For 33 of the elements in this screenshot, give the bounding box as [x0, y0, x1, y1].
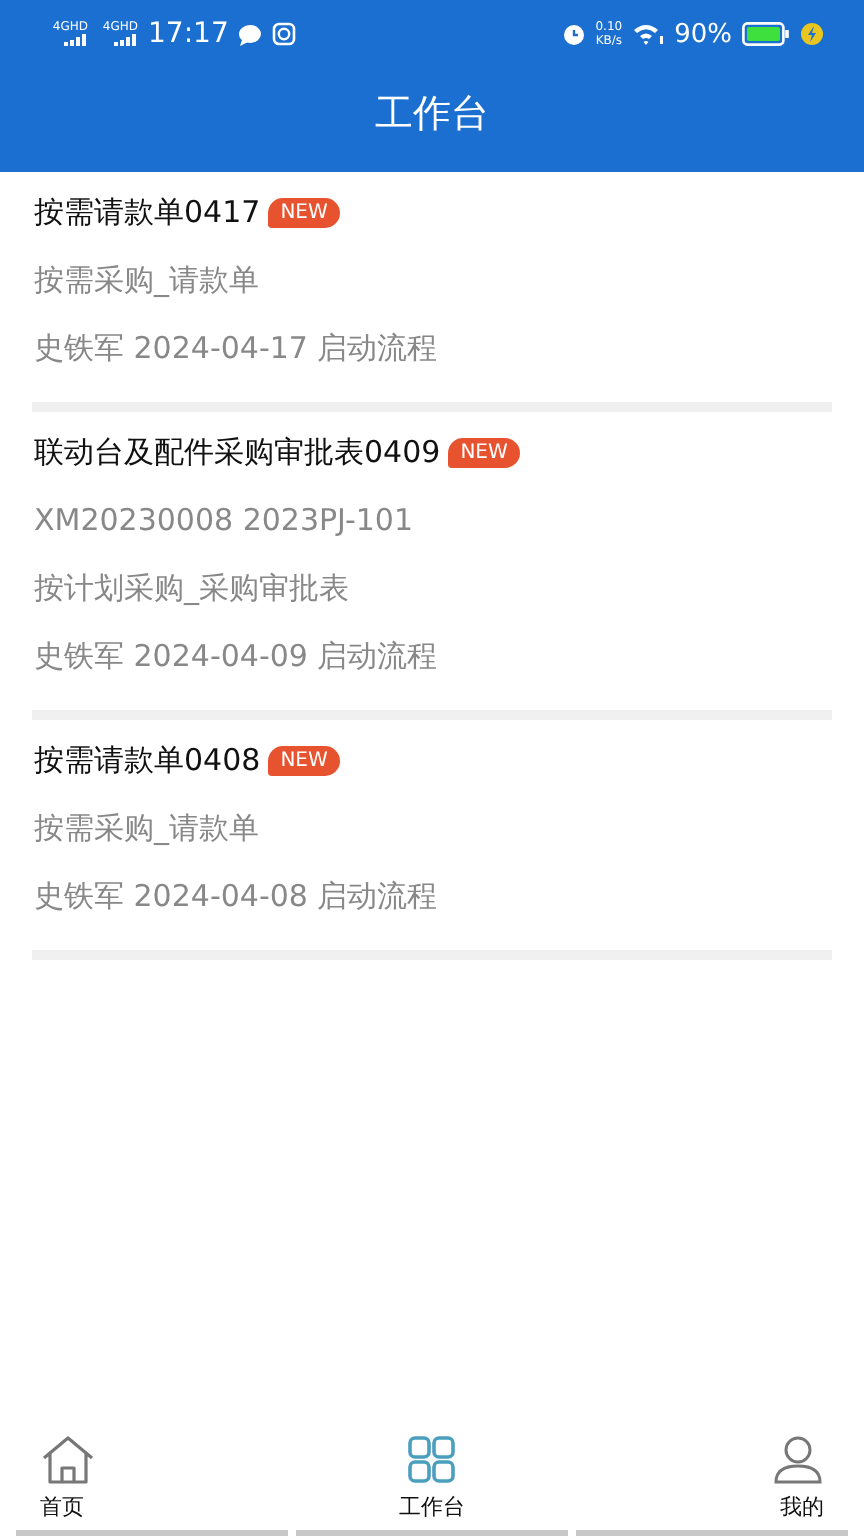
- nav-tab[interactable]: 工作台: [296, 1404, 568, 1536]
- task-detail: XM20230008 2023PJ-101: [34, 500, 415, 542]
- task-detail: 史铁军 2024-04-09 启动流程: [34, 636, 440, 678]
- task-detail: 史铁军 2024-04-08 启动流程: [34, 876, 440, 918]
- task-item[interactable]: 按需请款单0417 NEW 按需采购_请款单 史铁军 2024-04-17 启动流程: [32, 172, 832, 412]
- nav-tab[interactable]: 首页: [16, 1404, 288, 1536]
- task-item[interactable]: 按需请款单0408 NEW 按需采购_请款单 史铁军 2024-04-08 启动流程: [32, 720, 832, 960]
- task-title: 按需请款单0408: [34, 741, 261, 779]
- task-detail: 按计划采购_采购审批表: [34, 568, 351, 610]
- signal-icon: [64, 34, 88, 46]
- task-detail: 按需采购_请款单: [34, 260, 261, 302]
- task-detail: 史铁军 2024-04-17 启动流程: [34, 328, 440, 370]
- task-item[interactable]: 联动台及配件采购审批表0409 NEW XM20230008 2023PJ-101 按计划采购_采购审批表 史铁军 2024-04-09 启动流程: [32, 412, 832, 720]
- person-icon: [772, 1434, 824, 1486]
- task-title: 按需请款单0417: [34, 193, 261, 231]
- app-icon: [272, 22, 297, 46]
- wifi-icon: [632, 22, 665, 46]
- signal-icon: [114, 34, 138, 46]
- clock-time: 17:17: [148, 18, 229, 50]
- new-badge: NEW: [448, 437, 520, 467]
- grid-icon: [406, 1434, 458, 1486]
- nav-tab[interactable]: 我的: [576, 1404, 848, 1536]
- task-detail: 按需采购_请款单: [34, 808, 261, 850]
- chat-bubble-icon: [238, 23, 263, 45]
- new-badge: NEW: [268, 745, 340, 775]
- new-badge: NEW: [268, 197, 340, 227]
- battery-icon: [742, 22, 790, 46]
- charging-icon: [800, 22, 824, 46]
- home-icon: [40, 1434, 96, 1486]
- task-title: 联动台及配件采购审批表0409: [34, 433, 441, 471]
- page-title: 工作台: [375, 90, 489, 140]
- battery-percentage: 90%: [674, 19, 732, 49]
- alarm-clock-icon: [561, 22, 586, 46]
